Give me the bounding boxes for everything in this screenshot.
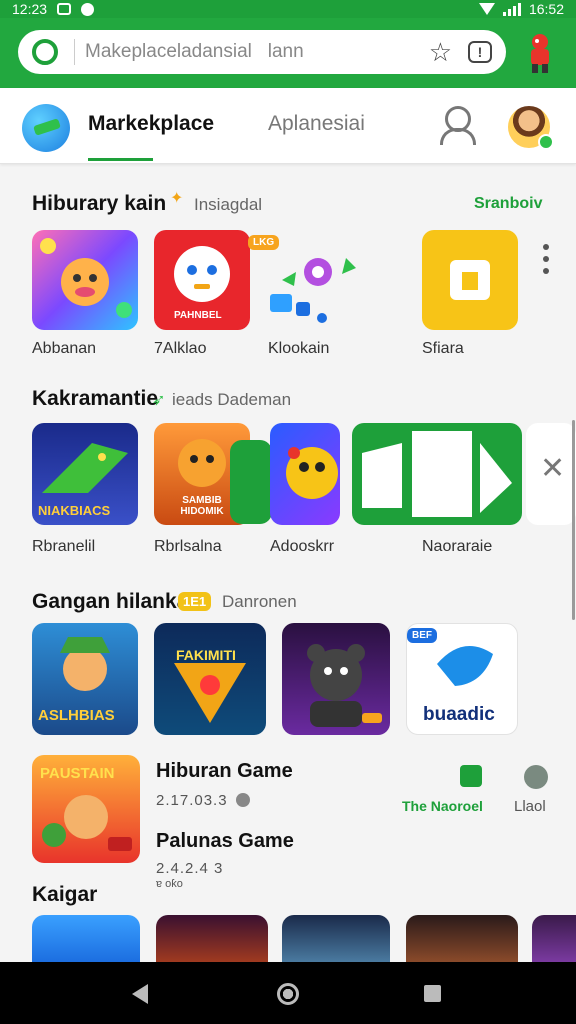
- app-art: [450, 260, 490, 300]
- app-art: [40, 238, 132, 318]
- recent-apps-icon[interactable]: [424, 985, 441, 1002]
- more-options-icon[interactable]: [543, 244, 551, 280]
- app-art: [362, 431, 512, 517]
- secondary-link[interactable]: Llaol: [514, 798, 546, 815]
- game-tile-bottom-3[interactable]: [282, 915, 390, 962]
- status-time-right: 16:52: [528, 1, 564, 17]
- info-icon[interactable]: !: [468, 41, 492, 63]
- app-icon-text: PAHNBEL: [174, 310, 222, 321]
- scrollbar[interactable]: [572, 420, 575, 620]
- app-tile-7alklao[interactable]: PAHNBEL: [154, 230, 250, 330]
- app-icon-text: FAKIMITI: [176, 647, 236, 663]
- mascot-icon[interactable]: [522, 32, 558, 74]
- online-badge: [538, 134, 554, 150]
- search-query-text: Makeplaceladansial: [85, 41, 252, 62]
- game-tile-naoraraie[interactable]: [352, 423, 522, 525]
- app-art: [307, 644, 382, 727]
- section1-subtitle: Insiagdal: [194, 195, 263, 214]
- game-title[interactable]: Hiburan Game: [156, 760, 293, 783]
- game-tile-bottom-2[interactable]: [156, 915, 268, 962]
- star-icon[interactable]: ☆: [429, 37, 452, 68]
- app-label: Sfiara: [422, 340, 464, 357]
- status-time-left: 12:23: [12, 1, 48, 17]
- app-badge: LKG: [248, 235, 280, 250]
- game-list-icon[interactable]: PAUSTAIN: [32, 755, 140, 863]
- tab-underline: [88, 158, 153, 161]
- app-icon-text: buaadic: [423, 704, 495, 725]
- search-header: Makeplaceladansial lann ☆ !: [0, 18, 576, 88]
- game-tile-bottom-5[interactable]: [532, 915, 576, 962]
- game-meta: 2.17.03.3: [156, 792, 228, 809]
- section1-title: Hiburary kain: [32, 192, 167, 215]
- app-badge: BEF: [407, 628, 437, 643]
- game-tile-adooskrr[interactable]: [270, 423, 340, 525]
- install-icon[interactable]: [460, 765, 482, 787]
- section3-title: Gangan hilanka: [32, 590, 189, 613]
- info-dot-icon: [236, 793, 250, 807]
- search-query: Makeplaceladansial lann: [85, 41, 429, 63]
- app-label: Naoraraie: [422, 538, 493, 555]
- game-tile-bear[interactable]: [282, 623, 390, 735]
- search-input[interactable]: Makeplaceladansial lann ☆ !: [18, 30, 506, 74]
- app-tile-abbanan[interactable]: [32, 230, 138, 330]
- game-tile-overlay[interactable]: [230, 440, 272, 524]
- section4-title: Kaigar: [32, 883, 98, 906]
- game-tile-buaadic[interactable]: BEF buaadic: [406, 623, 518, 735]
- close-icon[interactable]: ✕: [540, 451, 565, 486]
- user-icon[interactable]: [438, 106, 476, 146]
- search-query-extra: lann: [267, 41, 304, 62]
- more-icon[interactable]: [524, 765, 548, 789]
- top-nav: Markekplace Aplanesiai: [0, 88, 576, 164]
- marketplace-logo[interactable]: [22, 104, 70, 152]
- game-sub: ɐ oƙo: [156, 878, 183, 890]
- signal-icon: [502, 2, 521, 16]
- section2-subtitle: ieads Dademan: [172, 390, 292, 409]
- leaf-icon: ➶: [152, 392, 166, 409]
- app-label: Adooskrr: [270, 538, 335, 555]
- sync-icon: [81, 2, 95, 16]
- app-label: 7Alklao: [154, 340, 207, 357]
- game-tile-bottom-4[interactable]: [406, 915, 518, 962]
- app-label: Rbrlsalna: [154, 538, 222, 555]
- app-art: [286, 447, 338, 499]
- app-art: [174, 663, 246, 723]
- app-icon-text: NIAKBIACS: [38, 503, 111, 518]
- game-tile-fakimiti[interactable]: FAKIMITI: [154, 623, 266, 735]
- section3-subtitle: Danronen: [222, 592, 297, 611]
- sparkle-icon: ✦: [170, 190, 184, 207]
- app-label: Abbanan: [32, 340, 97, 357]
- game-title[interactable]: Palunas Game: [156, 830, 294, 853]
- wifi-icon: [478, 3, 495, 15]
- notification-icon: [57, 3, 72, 15]
- tab-marketplace[interactable]: Markekplace: [88, 112, 214, 136]
- back-icon[interactable]: [132, 984, 148, 1004]
- app-art: [270, 258, 356, 323]
- section1-see-all-link[interactable]: Sranboiv: [474, 195, 542, 213]
- app-tile-sfiara[interactable]: [422, 230, 518, 330]
- search-icon: [32, 39, 58, 65]
- install-link[interactable]: The Naoroel: [402, 798, 483, 814]
- section3-badge: 1E1: [178, 592, 212, 611]
- app-icon-text: PAUSTAIN: [40, 765, 115, 782]
- app-icon-text: ASLHBIAS: [38, 707, 115, 724]
- close-tile[interactable]: ✕: [526, 423, 576, 525]
- game-tile-rbranelil[interactable]: NIAKBIACS: [32, 423, 138, 525]
- tab-aplanesiai[interactable]: Aplanesiai: [268, 112, 365, 136]
- section2-title: Kakramantie: [32, 387, 159, 410]
- status-bar: 12:23 16:52: [0, 0, 576, 18]
- system-nav-bar: [0, 962, 576, 1024]
- app-label: Rbranelil: [32, 538, 96, 555]
- app-tile-klookain[interactable]: [266, 252, 362, 330]
- app-label: Klookain: [268, 340, 330, 357]
- game-tile-aslhbias[interactable]: ASLHBIAS: [32, 623, 138, 735]
- search-divider: [74, 39, 75, 65]
- home-icon[interactable]: [277, 983, 299, 1005]
- game-tile-bottom-1[interactable]: [32, 915, 140, 962]
- game-meta: 2.4.2.4 3: [156, 860, 224, 877]
